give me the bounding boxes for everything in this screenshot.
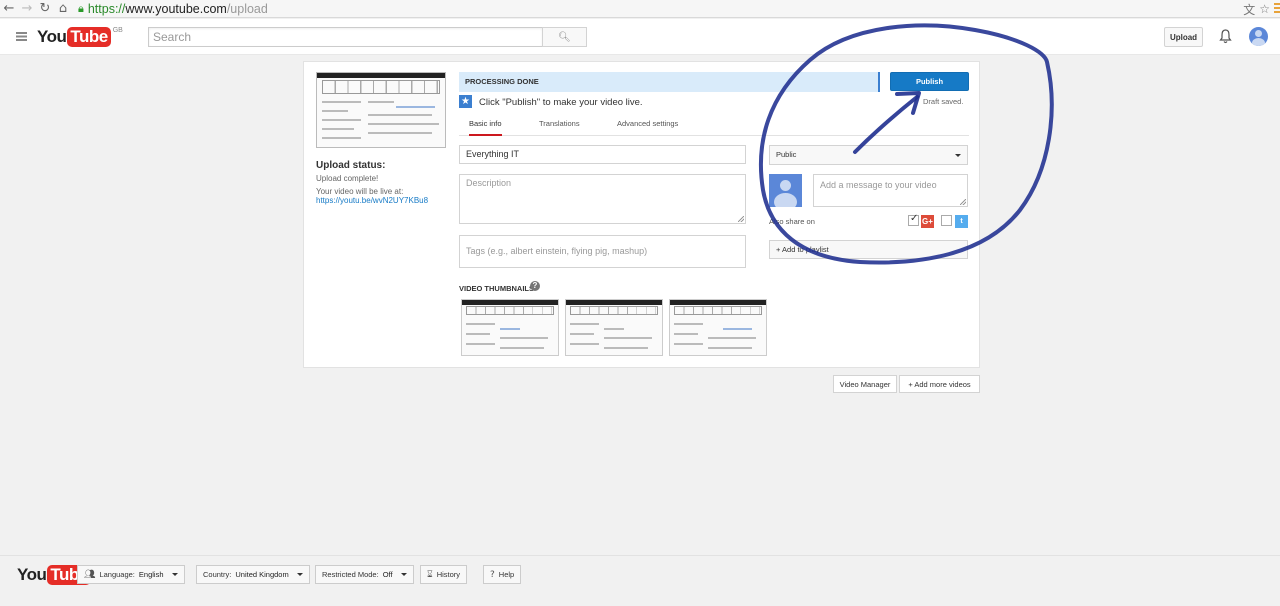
search-button[interactable]: 🔍︎ bbox=[542, 27, 587, 47]
tags-field[interactable]: Tags (e.g., albert einstein, flying pig,… bbox=[459, 235, 746, 268]
restricted-mode-select[interactable]: Restricted Mode: Off bbox=[315, 565, 414, 584]
live-at-label: Your video will be live at: bbox=[316, 187, 404, 196]
chevron-down-icon bbox=[296, 573, 303, 576]
share-message-placeholder: Add a message to your video bbox=[820, 180, 937, 190]
draft-status: Draft saved. bbox=[923, 97, 964, 106]
people-icon: 👥︎ bbox=[84, 569, 96, 580]
url-path: /upload bbox=[226, 2, 268, 16]
resize-handle-icon[interactable] bbox=[738, 216, 744, 222]
tab-advanced-settings[interactable]: Advanced settings bbox=[617, 119, 678, 128]
google-plus-icon: G+ bbox=[921, 215, 934, 228]
language-value: English bbox=[138, 570, 164, 579]
question-icon: ? bbox=[490, 569, 495, 580]
logo-region: GB bbox=[112, 27, 123, 34]
description-field[interactable]: Description bbox=[459, 174, 746, 224]
upload-tabs: Basic info Translations Advanced setting… bbox=[459, 114, 969, 136]
description-placeholder: Description bbox=[466, 178, 512, 188]
privacy-value: Public bbox=[776, 150, 797, 159]
processing-progress-bar: PROCESSING DONE bbox=[459, 72, 880, 92]
back-icon[interactable]: ← bbox=[0, 0, 18, 18]
star-icon: ★ bbox=[459, 95, 472, 108]
add-more-videos-button[interactable]: + Add more videos bbox=[899, 375, 980, 393]
notifications-bell-icon[interactable] bbox=[1219, 29, 1232, 44]
video-thumbnail-option[interactable] bbox=[565, 299, 663, 356]
video-thumbnail-option[interactable] bbox=[669, 299, 767, 356]
translate-icon[interactable]: 文 bbox=[1243, 1, 1255, 18]
search-input[interactable]: Search bbox=[148, 27, 543, 47]
history-label: History bbox=[436, 570, 461, 579]
youtube-logo[interactable]: You Tube GB bbox=[37, 27, 123, 47]
upload-status-text: Upload complete! bbox=[316, 174, 379, 183]
logo-you: You bbox=[37, 27, 67, 46]
video-preview-thumbnail bbox=[316, 72, 446, 148]
site-header: You Tube GB Search 🔍︎ Upload bbox=[0, 19, 1280, 55]
help-icon[interactable]: ? bbox=[530, 281, 540, 291]
search-icon: 🔍︎ bbox=[558, 31, 571, 43]
add-to-playlist-button[interactable]: + Add to playlist bbox=[769, 240, 968, 259]
twitter-icon: t bbox=[955, 215, 968, 228]
video-thumbnails-label: VIDEO THUMBNAILS bbox=[459, 284, 534, 293]
language-select[interactable]: 👥︎ Language: English bbox=[77, 565, 185, 584]
chevron-down-icon bbox=[400, 573, 407, 576]
country-value: United Kingdom bbox=[235, 570, 289, 579]
help-label: Help bbox=[498, 570, 515, 579]
video-thumbnail-option[interactable] bbox=[461, 299, 559, 356]
hourglass-icon: ⌛︎ bbox=[427, 569, 433, 580]
account-avatar[interactable] bbox=[1249, 27, 1268, 46]
browser-toolbar: ← → ↻ ⌂ 🔒︎ https://www.youtube.com/uploa… bbox=[0, 0, 1280, 18]
guide-menu-icon[interactable] bbox=[16, 32, 27, 41]
upload-status-title: Upload status: bbox=[316, 160, 386, 171]
video-manager-button[interactable]: Video Manager bbox=[833, 375, 897, 393]
browser-menu-icon[interactable] bbox=[1274, 3, 1280, 15]
publish-hint: Click "Publish" to make your video live. bbox=[479, 97, 643, 108]
title-field[interactable]: Everything IT bbox=[459, 145, 746, 164]
help-button[interactable]: ? Help bbox=[483, 565, 522, 584]
restricted-label: Restricted Mode: bbox=[322, 570, 379, 579]
tab-translations[interactable]: Translations bbox=[539, 119, 580, 128]
url-scheme: https:// bbox=[87, 2, 126, 16]
history-button[interactable]: ⌛︎ History bbox=[420, 565, 468, 584]
site-footer: You Tube 👥︎ Language: English Country: Unit… bbox=[0, 555, 1280, 606]
share-avatar bbox=[769, 174, 802, 207]
video-link[interactable]: https://youtu.be/wvN2UY7KBu8 bbox=[316, 196, 428, 205]
gplus-share-checkbox[interactable] bbox=[908, 213, 919, 226]
upload-card: Upload status: Upload complete! Your vid… bbox=[303, 61, 980, 368]
logo-you: You bbox=[17, 565, 47, 584]
reload-icon[interactable]: ↻ bbox=[36, 0, 54, 18]
lock-icon: 🔒︎ bbox=[78, 2, 84, 15]
chevron-down-icon bbox=[955, 154, 961, 157]
also-share-label: Also share on bbox=[769, 217, 815, 226]
chevron-down-icon bbox=[171, 573, 178, 576]
twitter-share-checkbox[interactable] bbox=[941, 215, 952, 226]
resize-handle-icon[interactable] bbox=[960, 199, 966, 205]
logo-tube: Tube bbox=[67, 27, 111, 47]
tab-basic-info[interactable]: Basic info bbox=[469, 119, 502, 136]
bookmark-star-icon[interactable]: ☆ bbox=[1259, 2, 1270, 16]
country-label: Country: bbox=[203, 570, 232, 579]
share-message-field[interactable]: Add a message to your video bbox=[813, 174, 968, 207]
country-select[interactable]: Country: United Kingdom bbox=[196, 565, 310, 584]
privacy-select[interactable]: Public bbox=[769, 145, 968, 165]
url-domain: www.youtube.com bbox=[125, 2, 227, 16]
publish-button[interactable]: Publish bbox=[890, 72, 969, 91]
home-icon[interactable]: ⌂ bbox=[54, 0, 72, 18]
address-bar[interactable]: 🔒︎ https://www.youtube.com/upload bbox=[78, 0, 268, 18]
browser-actions: 文 ☆ bbox=[1243, 0, 1280, 18]
language-label: Language: bbox=[99, 570, 135, 579]
restricted-value: Off bbox=[382, 570, 393, 579]
upload-button[interactable]: Upload bbox=[1164, 27, 1203, 47]
forward-icon[interactable]: → bbox=[18, 0, 36, 18]
